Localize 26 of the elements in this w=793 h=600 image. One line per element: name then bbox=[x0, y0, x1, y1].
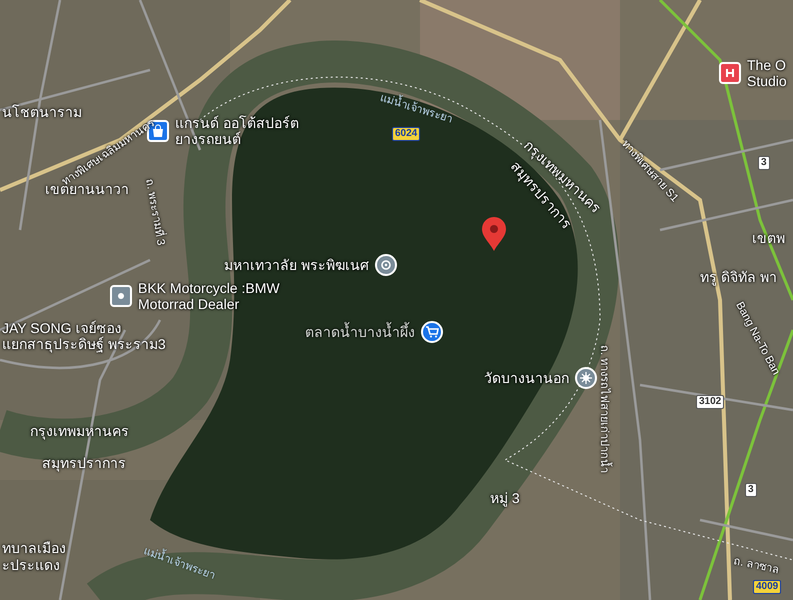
road-label: ถ. ลาซาล bbox=[732, 555, 780, 578]
location-pin-icon bbox=[482, 217, 506, 251]
place-icon[interactable] bbox=[110, 285, 132, 307]
route-shield: 4009 bbox=[753, 580, 782, 594]
road-label: Bang Na-To Ban bbox=[732, 300, 782, 378]
place-label[interactable]: The O Studio bbox=[747, 57, 787, 89]
route-shield: 6024 bbox=[392, 127, 420, 141]
place-label: กรุงเทพมหานคร bbox=[30, 423, 129, 439]
place-label: หมู่ 3 bbox=[490, 490, 520, 506]
place-label: เขตพ bbox=[752, 230, 785, 246]
place-label: นโชตนาราม bbox=[2, 104, 82, 120]
place-label[interactable]: BKK Motorcycle :BMW Motorrad Dealer bbox=[138, 280, 280, 312]
route-shield: 3 bbox=[745, 483, 757, 497]
road-label: ถ. ทางรถไฟสายเก่าปากน้ำ bbox=[597, 345, 610, 474]
place-label: JAY SONG เจย์ซอง bbox=[2, 320, 122, 336]
place-label[interactable]: มหาเทวาลัย พระพิฆเนศ bbox=[224, 257, 369, 273]
hospital-icon[interactable] bbox=[719, 62, 741, 84]
route-shield: 3 bbox=[758, 156, 770, 170]
place-label: สมุทรปราการ bbox=[42, 455, 126, 471]
place-label: แยกสาธุประดิษฐ์ พระราม3 bbox=[2, 336, 166, 352]
place-label[interactable]: แกรนด์ ออโต้สปอร์ต ยางรถยนต์ bbox=[175, 115, 299, 147]
place-label: ะประแดง bbox=[2, 557, 60, 573]
route-shield: 3102 bbox=[696, 395, 724, 409]
place-label[interactable]: วัดบางนานอก bbox=[484, 370, 569, 386]
place-label: ทบาลเมือง bbox=[2, 540, 66, 556]
place-label[interactable]: ตลาดน้ำบางน้ำผึ้ง bbox=[305, 324, 415, 340]
